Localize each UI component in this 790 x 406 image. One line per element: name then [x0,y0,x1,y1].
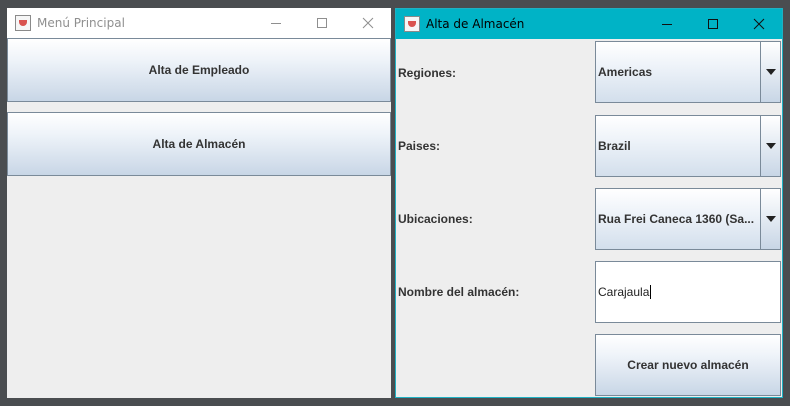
paises-label: Paises: [398,139,441,153]
java-cup-icon [15,15,31,31]
menu-principal-window: Menú Principal Alta de Empleado Alta de … [7,8,391,398]
regiones-dropdown-button[interactable] [760,42,780,102]
regiones-combobox[interactable]: Americas [595,41,781,103]
paises-selected-value: Brazil [598,139,631,153]
maximize-icon [708,19,718,29]
crear-almacen-button[interactable]: Crear nuevo almacén [595,334,781,396]
chevron-down-icon [765,216,776,222]
chevron-down-icon [765,69,776,75]
minimize-icon [662,24,672,25]
ubicaciones-selected-value: Rua Frei Caneca 1360 (Sa... [598,212,755,226]
close-icon [753,18,765,30]
close-icon [362,17,374,29]
nombre-almacen-value: Carajaula [598,285,650,299]
alta-almacen-window: Alta de Almacén Regiones: Americas Paise… [395,8,783,398]
close-button[interactable] [736,9,782,39]
regiones-selected-value: Americas [598,65,653,79]
text-caret [650,285,652,299]
java-cup-icon [404,16,420,32]
ubicaciones-label: Ubicaciones: [398,212,473,226]
close-button[interactable] [345,8,391,38]
menu-window-title: Menú Principal [37,16,125,30]
maximize-icon [317,18,327,28]
paises-combobox[interactable]: Brazil [595,115,781,177]
regiones-label: Regiones: [398,66,457,80]
nombre-almacen-input[interactable]: Carajaula [595,261,781,323]
alta-empleado-button[interactable]: Alta de Empleado [7,38,391,102]
nombre-almacen-label: Nombre del almacén: [398,285,520,299]
ubicaciones-dropdown-button[interactable] [760,189,780,249]
menu-titlebar[interactable]: Menú Principal [7,8,391,38]
maximize-button[interactable] [690,9,736,39]
minimize-icon [271,23,281,24]
minimize-button[interactable] [253,8,299,38]
alta-window-title: Alta de Almacén [426,17,525,31]
alta-almacen-button[interactable]: Alta de Almacén [7,112,391,176]
minimize-button[interactable] [644,9,690,39]
chevron-down-icon [765,143,776,149]
ubicaciones-combobox[interactable]: Rua Frei Caneca 1360 (Sa... [595,188,781,250]
paises-dropdown-button[interactable] [760,116,780,176]
alta-titlebar[interactable]: Alta de Almacén [396,9,782,39]
maximize-button[interactable] [299,8,345,38]
